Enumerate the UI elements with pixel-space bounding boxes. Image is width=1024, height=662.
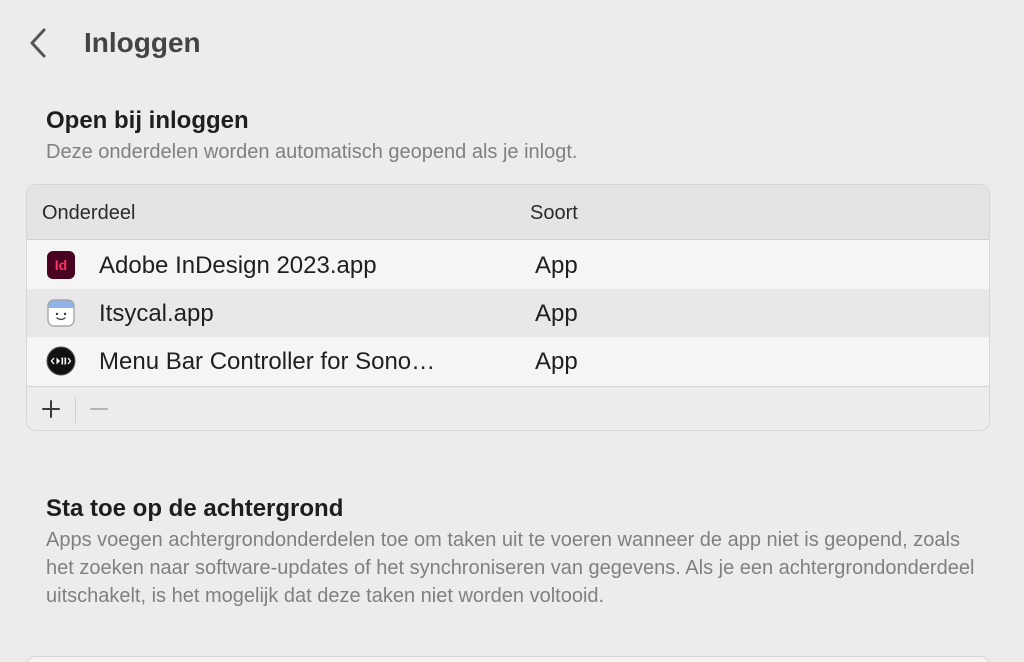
table-toolbar [27,386,989,430]
background-description: Apps voegen achtergrondonderdelen toe om… [46,529,975,607]
background-title: Sta toe op de achtergrond [46,495,344,522]
item-kind: App [535,348,578,375]
svg-text:Id: Id [55,257,67,273]
table-header: Onderdeel Soort [27,185,989,240]
plus-icon [42,400,60,418]
indesign-icon: Id [47,251,75,279]
add-item-button[interactable] [37,395,65,423]
table-row[interactable]: Itsycal.app App [27,289,989,337]
item-name: Itsycal.app [99,300,214,327]
page-title: Inloggen [84,27,201,58]
header: Inloggen [0,0,1024,88]
chevron-left-icon [30,28,46,58]
item-kind: App [535,300,578,327]
back-button[interactable] [22,26,54,60]
login-items-settings: Inloggen Open bij inloggen Deze onderdel… [0,0,1024,662]
table-row[interactable]: Id Adobe InDesign 2023.app App [27,241,989,289]
login-items-title: Open bij inloggen [46,107,249,134]
remove-item-button[interactable] [85,395,113,423]
toolbar-divider [75,397,76,423]
item-kind: App [535,252,578,279]
table-row[interactable]: Menu Bar Controller for Sono… App [27,337,989,385]
item-name: Adobe InDesign 2023.app [99,252,377,279]
login-items-subtitle: Deze onderdelen worden automatisch geope… [46,141,578,163]
minus-icon [90,408,108,410]
itsycal-icon [47,299,75,327]
background-items-table [26,656,990,662]
sonos-controller-icon [46,346,76,376]
login-items-table: Onderdeel Soort Id Adobe InDesign 2023.a… [26,184,990,431]
column-header-item[interactable]: Onderdeel [42,200,135,226]
column-header-kind[interactable]: Soort [530,200,578,226]
item-name: Menu Bar Controller for Sono… [99,348,436,375]
